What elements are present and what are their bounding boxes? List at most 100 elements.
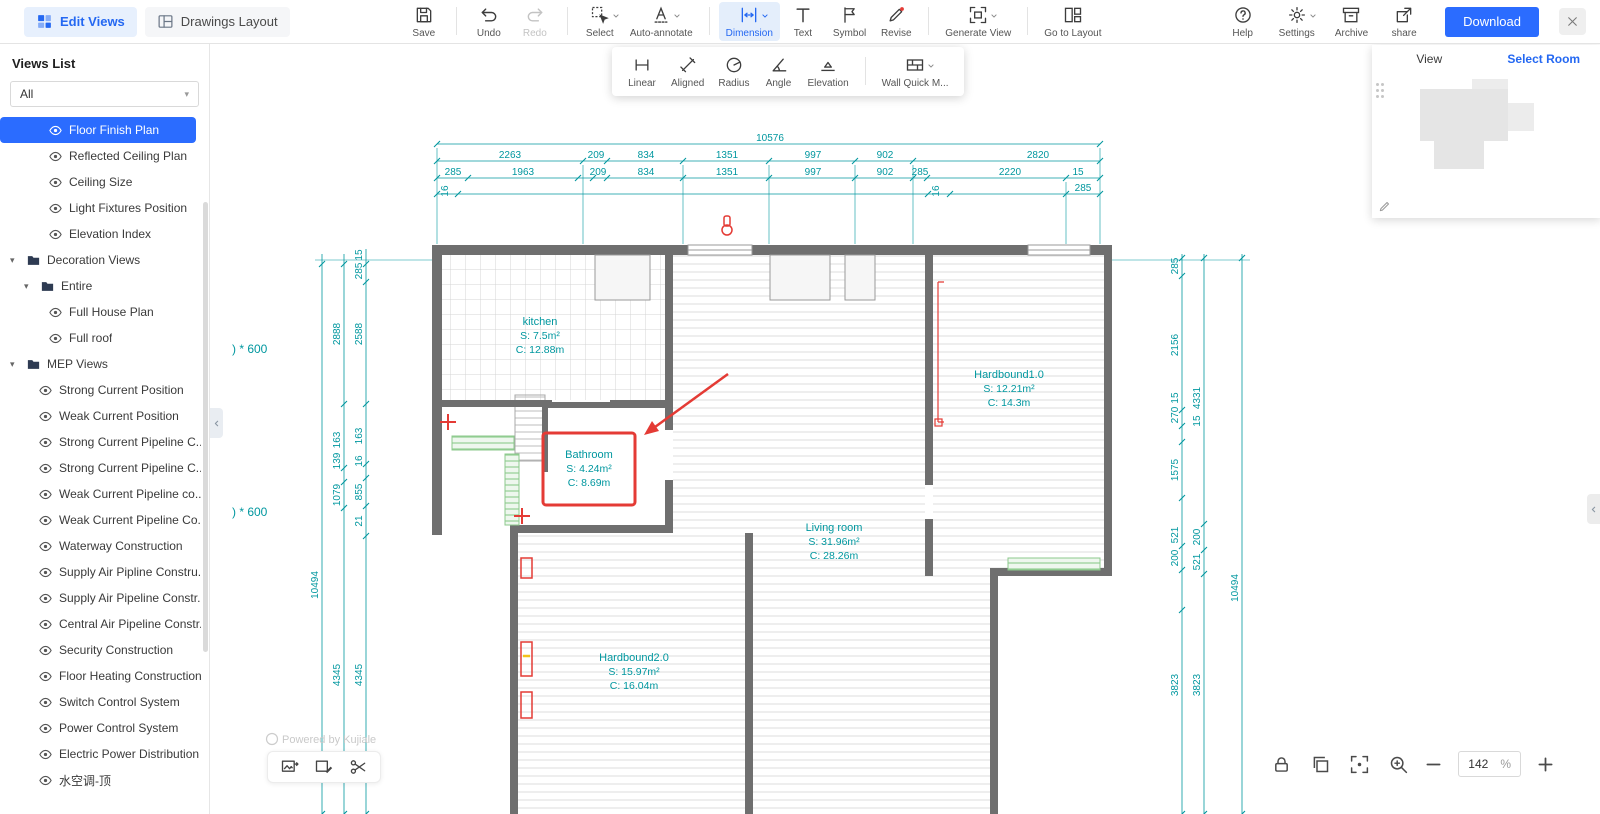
view-item-security-construction[interactable]: Security Construction xyxy=(0,637,209,663)
view-item-full-roof[interactable]: Full roof xyxy=(0,325,209,351)
chevron-down-icon: ▾ xyxy=(184,88,189,99)
zoom-level-control[interactable]: 142 % xyxy=(1458,751,1521,777)
view-item-strong-current-pipeline-c[interactable]: Strong Current Pipeline C... xyxy=(0,455,209,481)
view-item-switch-control-system[interactable]: Switch Control System xyxy=(0,689,209,715)
view-item-supply-air-pipeline-constr[interactable]: Supply Air Pipeline Constr... xyxy=(0,585,209,611)
extension-lines xyxy=(315,148,1250,261)
dimension-label: 16 xyxy=(354,455,365,467)
room-name: kitchen xyxy=(523,316,558,328)
expand-caret-icon[interactable]: ▾ xyxy=(24,281,34,292)
tab-drawings-layout-label: Drawings Layout xyxy=(180,14,278,29)
tool-wall-quick-m[interactable]: Wall Quick M... xyxy=(875,52,956,91)
view-item-ceiling-size[interactable]: Ceiling Size xyxy=(0,169,209,195)
lock-icon xyxy=(1271,754,1292,775)
view-item-weak-current-position[interactable]: Weak Current Position xyxy=(0,403,209,429)
tool-settings[interactable]: Settings xyxy=(1272,2,1322,41)
tool-angle[interactable]: Angle xyxy=(757,52,801,91)
dimension-icon xyxy=(739,5,759,25)
tool-linear[interactable]: Linear xyxy=(620,52,664,91)
mode-tabs: Edit Views Drawings Layout xyxy=(10,6,290,37)
dimension-label: 997 xyxy=(805,167,822,178)
tool-go-to-layout[interactable]: Go to Layout xyxy=(1037,2,1108,41)
folder-entire[interactable]: ▾ Entire xyxy=(0,273,209,299)
image-annotate-icon[interactable] xyxy=(314,757,334,777)
dimension-label: 200 xyxy=(1170,549,1181,566)
tool-archive[interactable]: Archive xyxy=(1328,2,1375,41)
tool-dimension[interactable]: Dimension xyxy=(718,2,780,41)
redo-icon xyxy=(525,5,545,25)
tool-symbol[interactable]: Symbol xyxy=(826,2,873,41)
view-item-floor-heating-construction[interactable]: Floor Heating Construction xyxy=(0,663,209,689)
view-item-electric-power-distribution[interactable]: Electric Power Distribution xyxy=(0,741,209,767)
view-item-waterway-construction[interactable]: Waterway Construction xyxy=(0,533,209,559)
zoom-level-value[interactable]: 142 xyxy=(1468,757,1488,771)
view-item-weak-current-pipeline-co[interactable]: Weak Current Pipeline co... xyxy=(0,481,209,507)
minimap-thumbnail[interactable] xyxy=(1420,89,1508,141)
download-button[interactable]: Download xyxy=(1445,6,1539,37)
expand-caret-icon[interactable]: ▾ xyxy=(10,359,20,370)
close-icon xyxy=(1566,15,1579,28)
lock-icon[interactable] xyxy=(1271,754,1292,775)
tool-aligned[interactable]: Aligned xyxy=(664,52,711,91)
tool-auto-annotate[interactable]: Auto-annotate xyxy=(623,2,700,41)
views-filter-select[interactable]: All ▾ xyxy=(10,81,199,107)
fit-screen-icon[interactable] xyxy=(1349,754,1370,775)
aligned-icon xyxy=(678,55,698,75)
minimap-thumbnail[interactable] xyxy=(1472,79,1508,89)
tool-undo[interactable]: Undo xyxy=(466,2,512,41)
folder-icon xyxy=(26,357,41,372)
tool-save[interactable]: Save xyxy=(401,2,447,41)
tool-select[interactable]: Select xyxy=(577,2,623,41)
views-list-title: Views List xyxy=(12,56,76,71)
view-controls: 142 % xyxy=(1271,751,1556,777)
view-item-strong-current-pipeline-c[interactable]: Strong Current Pipeline C... xyxy=(0,429,209,455)
tool-elevation[interactable]: Elevation xyxy=(801,52,856,91)
right-panel-expand-button[interactable] xyxy=(1587,494,1600,524)
tool-text[interactable]: Text xyxy=(780,2,826,41)
view-item-floor-finish-plan[interactable]: Floor Finish Plan xyxy=(0,117,196,143)
expand-caret-icon[interactable]: ▾ xyxy=(10,255,20,266)
image-export-icon[interactable] xyxy=(280,757,300,777)
toolbar-divider xyxy=(928,7,930,35)
scissors-icon[interactable] xyxy=(348,757,368,777)
folder-mep-views[interactable]: ▾ MEP Views xyxy=(0,351,209,377)
view-item-full-house-plan[interactable]: Full House Plan xyxy=(0,299,209,325)
tab-edit-views[interactable]: Edit Views xyxy=(24,6,137,37)
view-eye-icon xyxy=(38,669,53,684)
minimap-thumbnail[interactable] xyxy=(1434,141,1484,169)
view-item-power-control-system[interactable]: Power Control System xyxy=(0,715,209,741)
copy-view-icon[interactable] xyxy=(1310,754,1331,775)
sidebar-scrollbar[interactable] xyxy=(203,202,208,652)
drag-handle-icon[interactable] xyxy=(1376,83,1386,101)
view-item-elevation-index[interactable]: Elevation Index xyxy=(0,221,209,247)
view-item-central-air-pipeline-constr[interactable]: Central Air Pipeline Constr... xyxy=(0,611,209,637)
view-item-light-fixtures-position[interactable]: Light Fixtures Position xyxy=(0,195,209,221)
tool-redo[interactable]: Redo xyxy=(512,2,558,41)
zoom-area-icon[interactable] xyxy=(1388,754,1409,775)
view-eye-icon xyxy=(48,149,63,164)
tool-radius[interactable]: Radius xyxy=(711,52,756,91)
tool-help[interactable]: Help xyxy=(1220,2,1266,41)
view-item-reflected-ceiling-plan[interactable]: Reflected Ceiling Plan xyxy=(0,143,209,169)
room-perimeter: C: 16.04m xyxy=(610,680,659,692)
view-item-水空调-顶[interactable]: 水空调-顶 xyxy=(0,767,209,793)
edit-pencil-icon[interactable] xyxy=(1378,199,1392,213)
minimap-thumbnail[interactable] xyxy=(1508,103,1534,131)
zoom-out-button[interactable] xyxy=(1423,754,1444,775)
dimension-label: 200 xyxy=(1192,528,1203,545)
close-button[interactable] xyxy=(1559,8,1586,35)
view-item-supply-air-pipline-constru[interactable]: Supply Air Pipline Constru... xyxy=(0,559,209,585)
minimap-tab-select-room[interactable]: Select Room xyxy=(1487,52,1600,66)
view-item-weak-current-pipeline-co[interactable]: Weak Current Pipeline Co... xyxy=(0,507,209,533)
minimap-tab-view[interactable]: View xyxy=(1372,52,1487,66)
zoom-in-button[interactable] xyxy=(1535,754,1556,775)
view-item-strong-current-position[interactable]: Strong Current Position xyxy=(0,377,209,403)
folder-decoration-views[interactable]: ▾ Decoration Views xyxy=(0,247,209,273)
annotation-arrowhead xyxy=(644,421,659,435)
tool-share[interactable]: share xyxy=(1381,2,1427,41)
sidebar-collapse-button[interactable] xyxy=(210,408,223,438)
main-area: Views List All ▾ Floor Finish Plan Reflec… xyxy=(0,44,1600,814)
tool-revise[interactable]: Revise xyxy=(873,2,919,41)
tool-generate-view[interactable]: Generate View xyxy=(938,2,1018,41)
tab-drawings-layout[interactable]: Drawings Layout xyxy=(144,6,290,37)
